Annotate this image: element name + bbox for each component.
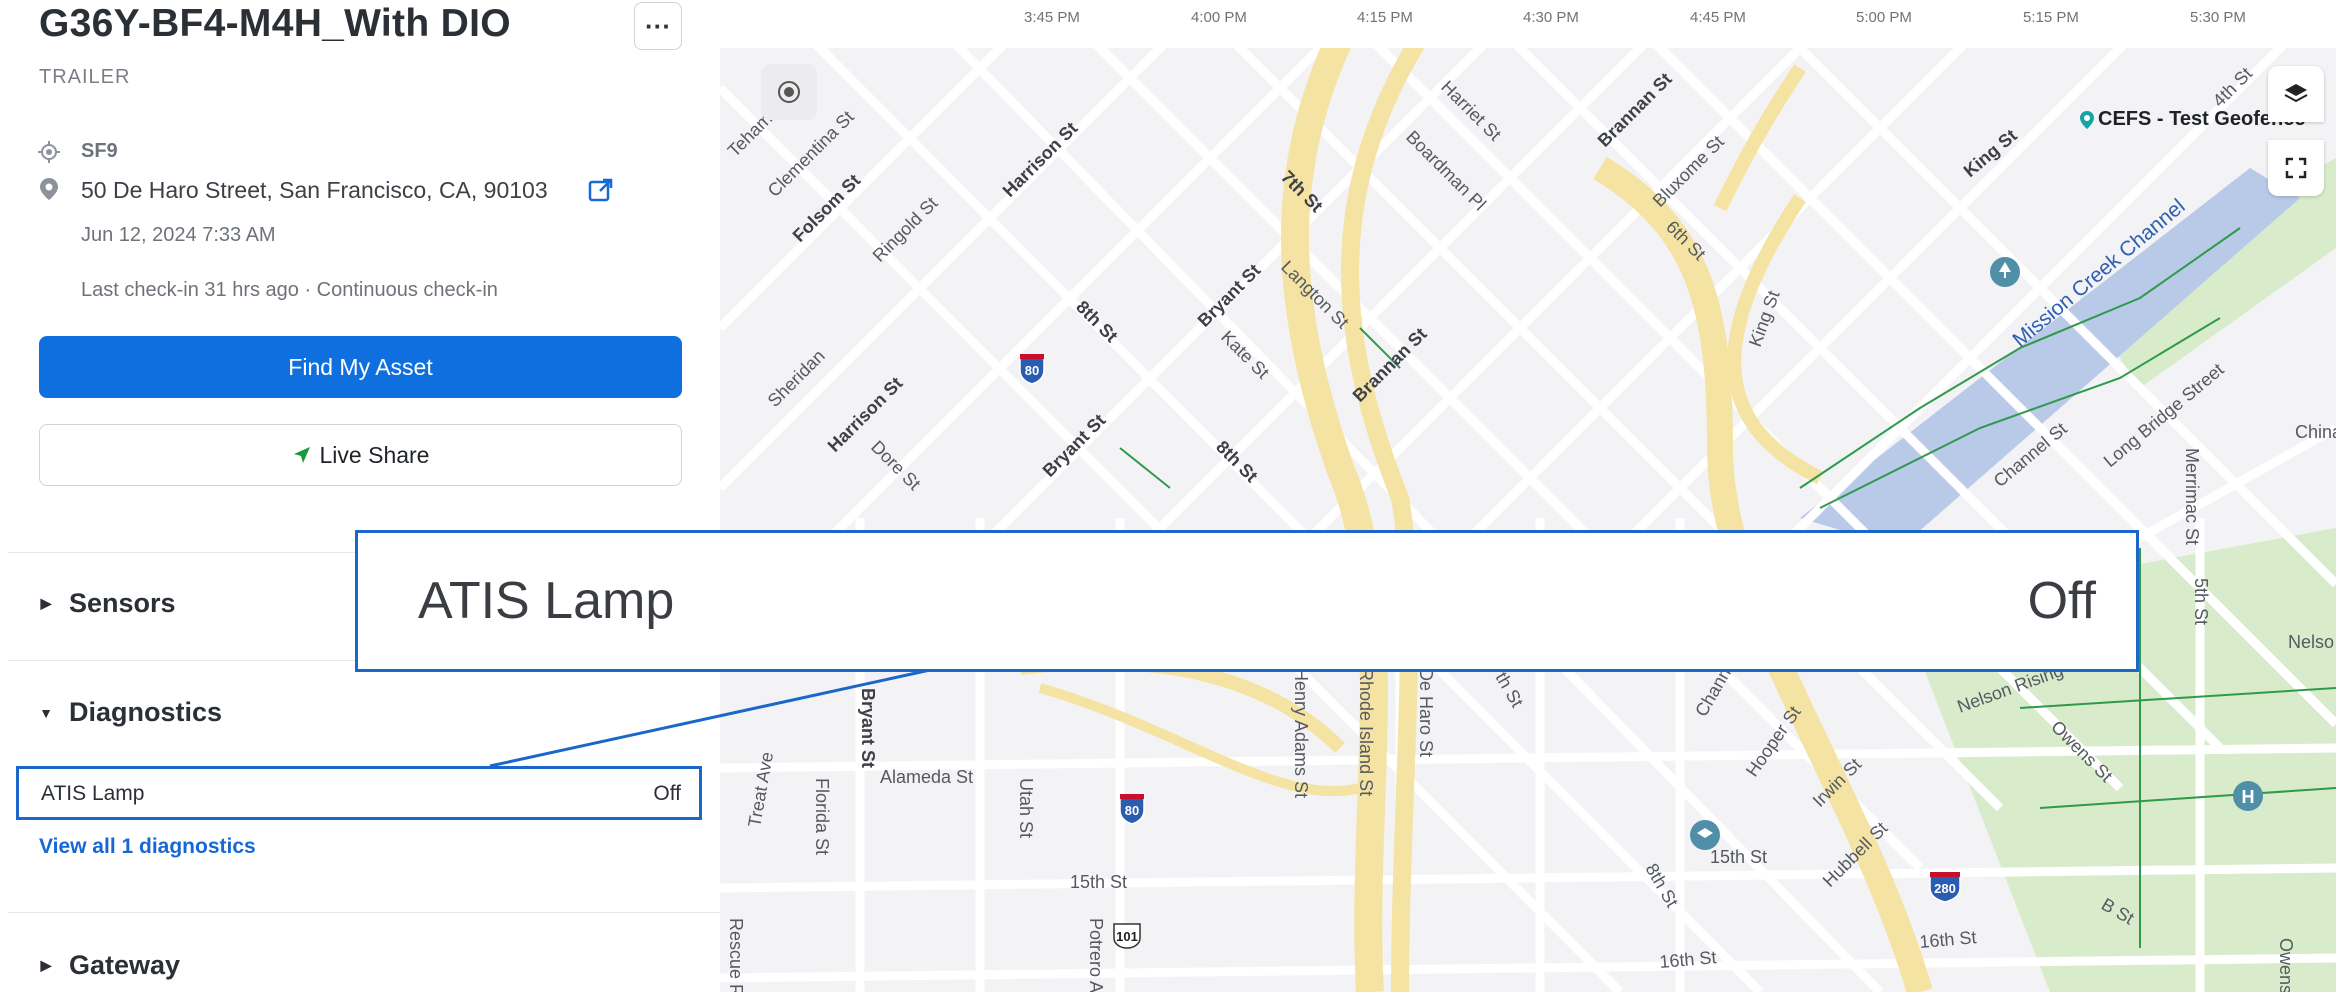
checkin-status: Last check-in 31 hrs ago · Continuous ch… xyxy=(81,279,498,301)
street-label: Bryant St xyxy=(858,688,878,768)
view-all-diagnostics-link[interactable]: View all 1 diagnostics xyxy=(39,835,256,859)
timeline-tick: 4:45 PM xyxy=(1690,9,1746,26)
more-options-button[interactable]: ··· xyxy=(634,2,682,50)
last-location-time: Jun 12, 2024 7:33 AM xyxy=(81,224,276,246)
section-title: Sensors xyxy=(69,588,176,618)
street-label: 15th St xyxy=(1070,872,1127,892)
interstate-shield-icon: 80 xyxy=(1119,794,1145,825)
geofence-pin-icon xyxy=(2080,110,2094,129)
find-my-asset-label: Find My Asset xyxy=(288,353,433,380)
live-share-button[interactable]: Live Share xyxy=(39,424,682,486)
fullscreen-button[interactable] xyxy=(2268,140,2324,196)
timeline-tick: 4:00 PM xyxy=(1191,9,1247,26)
svg-text:80: 80 xyxy=(1125,803,1139,818)
timeline-tick: 5:15 PM xyxy=(2023,9,2079,26)
diagnostic-row[interactable]: ATIS Lamp Off xyxy=(16,766,702,820)
asset-type: TRAILER xyxy=(39,66,131,88)
school-poi-icon xyxy=(1690,820,1720,850)
street-label: 16th St xyxy=(1919,927,1978,952)
divider xyxy=(8,912,720,913)
caret-down-icon: ▼ xyxy=(39,704,53,721)
target-icon xyxy=(778,81,800,103)
diagnostic-value: Off xyxy=(653,782,681,805)
street-label: Utah St xyxy=(1016,778,1036,838)
street-label: 8th St xyxy=(1212,437,1262,487)
street-label: Harrison St xyxy=(824,373,907,456)
location-pin-icon xyxy=(36,176,62,202)
street-label: Sheridan xyxy=(764,346,829,411)
asset-title: G36Y-BF4-M4H_With DIO xyxy=(39,2,511,45)
zoom-callout: ATIS Lamp Off xyxy=(355,530,2139,672)
external-link-icon[interactable] xyxy=(588,177,614,203)
timeline-strip: 3:45 PM 4:00 PM 4:15 PM 4:30 PM 4:45 PM … xyxy=(720,0,2336,48)
svg-text:H: H xyxy=(2242,787,2255,807)
timeline-tick: 5:00 PM xyxy=(1856,9,1912,26)
street-label: Alameda St xyxy=(880,767,973,787)
asset-address: 50 De Haro Street, San Francisco, CA, 90… xyxy=(81,177,548,203)
timeline-tick: 5:30 PM xyxy=(2190,9,2246,26)
us-route-shield-icon: 101 xyxy=(1113,923,1141,949)
recenter-button[interactable] xyxy=(761,64,817,120)
sensors-section-toggle[interactable]: ▶ Sensors xyxy=(39,588,176,619)
street-map: Clementina St Folsom St Harrison St Ring… xyxy=(720,48,2336,992)
crosshair-icon xyxy=(36,139,62,165)
interstate-shield-icon: 80 xyxy=(1019,354,1045,385)
callout-diagnostic-value: Off xyxy=(2027,572,2096,630)
street-label: De Haro St xyxy=(1416,668,1436,757)
street-label: Dore St xyxy=(867,437,924,494)
timeline-tick: 4:30 PM xyxy=(1523,9,1579,26)
svg-text:80: 80 xyxy=(1025,363,1039,378)
street-label: Owens xyxy=(2276,938,2296,992)
caret-right-icon: ▶ xyxy=(40,957,52,973)
layers-icon xyxy=(2284,84,2308,103)
street-label: Treat Ave xyxy=(744,750,777,828)
fullscreen-icon xyxy=(2285,157,2307,179)
park-poi-icon xyxy=(1990,257,2020,287)
street-label: Folsom St xyxy=(789,170,865,246)
svg-text:101: 101 xyxy=(1116,929,1138,944)
street-label: 4th St xyxy=(2209,63,2256,110)
street-label: Merrimac St xyxy=(2182,448,2202,545)
street-label: 8th St xyxy=(1072,297,1122,347)
street-label: 5th St xyxy=(2191,578,2211,625)
hospital-poi-icon: H xyxy=(2233,781,2263,811)
interstate-shield-icon: 280 xyxy=(1929,872,1961,903)
diagnostic-name: ATIS Lamp xyxy=(41,782,145,805)
timeline-tick: 3:45 PM xyxy=(1024,9,1080,26)
navigation-arrow-icon xyxy=(293,447,310,463)
svg-text:280: 280 xyxy=(1934,881,1956,896)
street-label: Potrero A xyxy=(1086,918,1106,992)
map-view[interactable]: 3:45 PM 4:00 PM 4:15 PM 4:30 PM 4:45 PM … xyxy=(720,0,2336,992)
site-name: SF9 xyxy=(81,140,118,162)
section-title: Diagnostics xyxy=(69,697,223,727)
timeline-tick: 4:15 PM xyxy=(1357,9,1413,26)
section-title: Gateway xyxy=(69,950,181,980)
diagnostics-section-toggle[interactable]: ▼ Diagnostics xyxy=(39,697,222,728)
callout-diagnostic-name: ATIS Lamp xyxy=(418,572,675,630)
street-label: 15th St xyxy=(1710,847,1767,867)
street-label: Nelso xyxy=(2288,632,2334,652)
street-label: Rescue R xyxy=(726,918,746,992)
street-label: Florida St xyxy=(812,778,832,855)
find-my-asset-button[interactable]: Find My Asset xyxy=(39,336,682,398)
asset-detail-panel: G36Y-BF4-M4H_With DIO ··· TRAILER SF9 50… xyxy=(0,0,720,992)
street-label: Rhode Island St xyxy=(1356,668,1376,796)
gateway-section-toggle[interactable]: ▶ Gateway xyxy=(39,950,180,981)
street-label: Henry Adams St xyxy=(1291,668,1311,798)
street-label: Bluxome St xyxy=(1649,132,1728,211)
caret-right-icon: ▶ xyxy=(40,595,52,611)
street-label: China xyxy=(2295,422,2336,442)
street-label: Ringold St xyxy=(869,193,942,266)
live-share-label: Live Share xyxy=(319,441,430,468)
map-layers-button[interactable] xyxy=(2268,66,2324,122)
